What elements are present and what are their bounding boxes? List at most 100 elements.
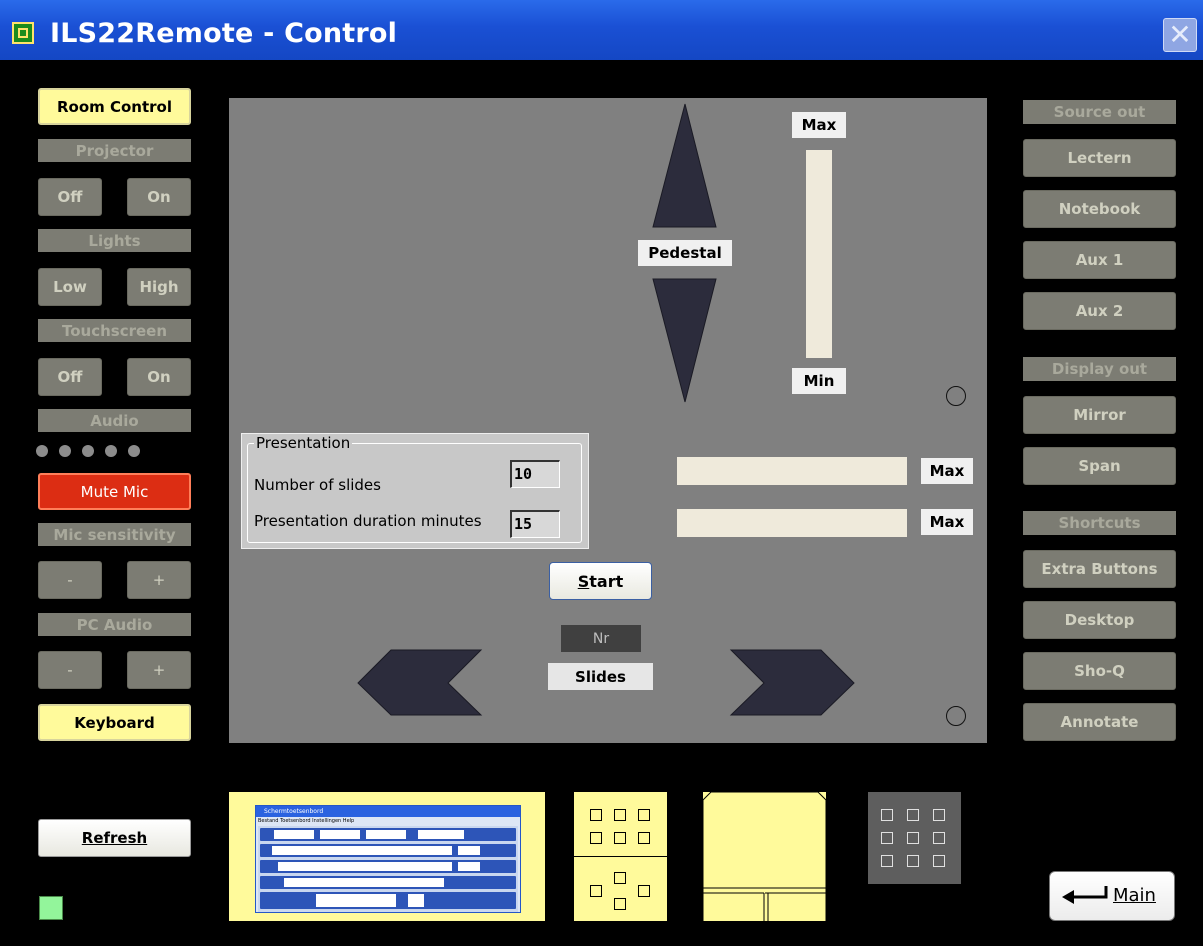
key-square-icon — [933, 855, 945, 867]
title-bar: ILS22Remote - Control ✕ — [0, 0, 1203, 60]
pedestal-height-slider[interactable] — [806, 150, 832, 358]
time-progress-max-label: Max — [921, 509, 973, 535]
pedestal-status-circle — [946, 386, 966, 406]
osk-menu: Bestand Toetsenbord Instellingen Help — [258, 818, 355, 824]
shortcuts-header: Shortcuts — [1023, 511, 1176, 535]
mic-sensitivity-header: Mic sensitivity — [38, 523, 191, 546]
source-aux1-button[interactable]: Aux 1 — [1023, 241, 1176, 279]
projector-header: Projector — [38, 139, 191, 162]
return-arrow-icon — [1062, 886, 1108, 904]
key-square-icon — [881, 809, 893, 821]
time-progress-bar — [677, 509, 907, 537]
shortcut-extra-buttons[interactable]: Extra Buttons — [1023, 550, 1176, 588]
pedestal-max-label: Max — [792, 112, 846, 138]
key-square-icon — [933, 809, 945, 821]
display-span-button[interactable]: Span — [1023, 447, 1176, 485]
slides-label: Slides — [548, 663, 653, 690]
audio-level-dot — [36, 445, 48, 457]
shortcut-desktop-button[interactable]: Desktop — [1023, 601, 1176, 639]
audio-level-dot — [105, 445, 117, 457]
start-button[interactable]: Start — [549, 562, 652, 600]
app-icon — [12, 22, 34, 44]
pedestal-down-arrow-icon[interactable] — [652, 278, 717, 403]
keypad-grid-shortcut[interactable] — [868, 792, 961, 884]
source-aux2-button[interactable]: Aux 2 — [1023, 292, 1176, 330]
slide-number-display: Nr — [561, 625, 641, 652]
pc-audio-plus-button[interactable]: + — [127, 651, 191, 689]
close-button[interactable]: ✕ — [1163, 18, 1197, 52]
key-square-icon — [590, 832, 602, 844]
audio-level-dot — [82, 445, 94, 457]
source-lectern-button[interactable]: Lectern — [1023, 139, 1176, 177]
arrow-down-key-icon — [614, 898, 626, 910]
number-of-slides-input[interactable]: 10 — [510, 460, 560, 488]
audio-level-dot — [59, 445, 71, 457]
window-title: ILS22Remote - Control — [50, 18, 398, 49]
slides-progress-bar — [677, 457, 907, 485]
on-screen-keyboard-thumbnail: Schermtoetsenbord Bestand Toetsenbord In… — [255, 805, 521, 913]
touchpad-icon — [703, 792, 826, 921]
keyboard-button[interactable]: Keyboard — [38, 704, 191, 741]
arrow-left-key-icon — [590, 885, 602, 897]
shortcut-annotate-button[interactable]: Annotate — [1023, 703, 1176, 741]
key-square-icon — [638, 832, 650, 844]
lights-low-button[interactable]: Low — [38, 268, 102, 306]
key-square-icon — [614, 809, 626, 821]
key-square-icon — [590, 809, 602, 821]
slides-status-circle — [946, 706, 966, 726]
arrow-up-key-icon — [614, 872, 626, 884]
slides-progress-max-label: Max — [921, 458, 973, 484]
start-mnemonic: S — [577, 571, 590, 591]
numpad-divider — [574, 856, 667, 857]
main-button-label: Main — [1113, 885, 1156, 906]
key-square-icon — [881, 855, 893, 867]
osk-title: Schermtoetsenbord — [256, 806, 520, 817]
source-out-header: Source out — [1023, 100, 1176, 124]
previous-slide-arrow-icon[interactable] — [357, 649, 483, 716]
key-square-icon — [907, 855, 919, 867]
mic-sensitivity-plus-button[interactable]: + — [127, 561, 191, 599]
lights-high-button[interactable]: High — [127, 268, 191, 306]
pc-audio-minus-button[interactable]: - — [38, 651, 102, 689]
numpad-layout-shortcut[interactable] — [574, 792, 667, 921]
arrow-right-key-icon — [638, 885, 650, 897]
pedestal-min-label: Min — [792, 368, 846, 394]
refresh-button[interactable]: Refresh — [38, 819, 191, 857]
room-control-button[interactable]: Room Control — [38, 88, 191, 125]
display-mirror-button[interactable]: Mirror — [1023, 396, 1176, 434]
pedestal-label: Pedestal — [638, 240, 732, 266]
touchscreen-off-button[interactable]: Off — [38, 358, 102, 396]
pedestal-up-arrow-icon[interactable] — [652, 103, 717, 228]
source-notebook-button[interactable]: Notebook — [1023, 190, 1176, 228]
touchscreen-header: Touchscreen — [38, 319, 191, 342]
key-square-icon — [933, 832, 945, 844]
shortcut-sho-q-button[interactable]: Sho-Q — [1023, 652, 1176, 690]
next-slide-arrow-icon[interactable] — [729, 649, 855, 716]
projector-on-button[interactable]: On — [127, 178, 191, 216]
key-square-icon — [614, 832, 626, 844]
display-out-header: Display out — [1023, 357, 1176, 381]
audio-header: Audio — [38, 409, 191, 432]
on-screen-keyboard-shortcut[interactable]: Schermtoetsenbord Bestand Toetsenbord In… — [229, 792, 545, 921]
mic-sensitivity-minus-button[interactable]: - — [38, 561, 102, 599]
projector-off-button[interactable]: Off — [38, 178, 102, 216]
mute-mic-button[interactable]: Mute Mic — [38, 473, 191, 510]
presentation-duration-label: Presentation duration minutes — [254, 512, 482, 530]
connection-status-indicator — [39, 896, 63, 920]
number-of-slides-label: Number of slides — [254, 476, 381, 494]
start-label: tart — [589, 571, 624, 591]
touchpad-shortcut[interactable] — [703, 792, 826, 921]
audio-level-dot — [128, 445, 140, 457]
main-button[interactable]: Main — [1049, 871, 1175, 921]
key-square-icon — [881, 832, 893, 844]
lights-header: Lights — [38, 229, 191, 252]
key-square-icon — [907, 832, 919, 844]
presentation-groupbox: Presentation Number of slides 10 Present… — [241, 433, 589, 549]
key-square-icon — [907, 809, 919, 821]
key-square-icon — [638, 809, 650, 821]
close-icon: ✕ — [1168, 18, 1192, 51]
presentation-legend: Presentation — [254, 434, 353, 452]
keyboard-keys-icon — [258, 826, 518, 912]
touchscreen-on-button[interactable]: On — [127, 358, 191, 396]
presentation-duration-input[interactable]: 15 — [510, 510, 560, 538]
